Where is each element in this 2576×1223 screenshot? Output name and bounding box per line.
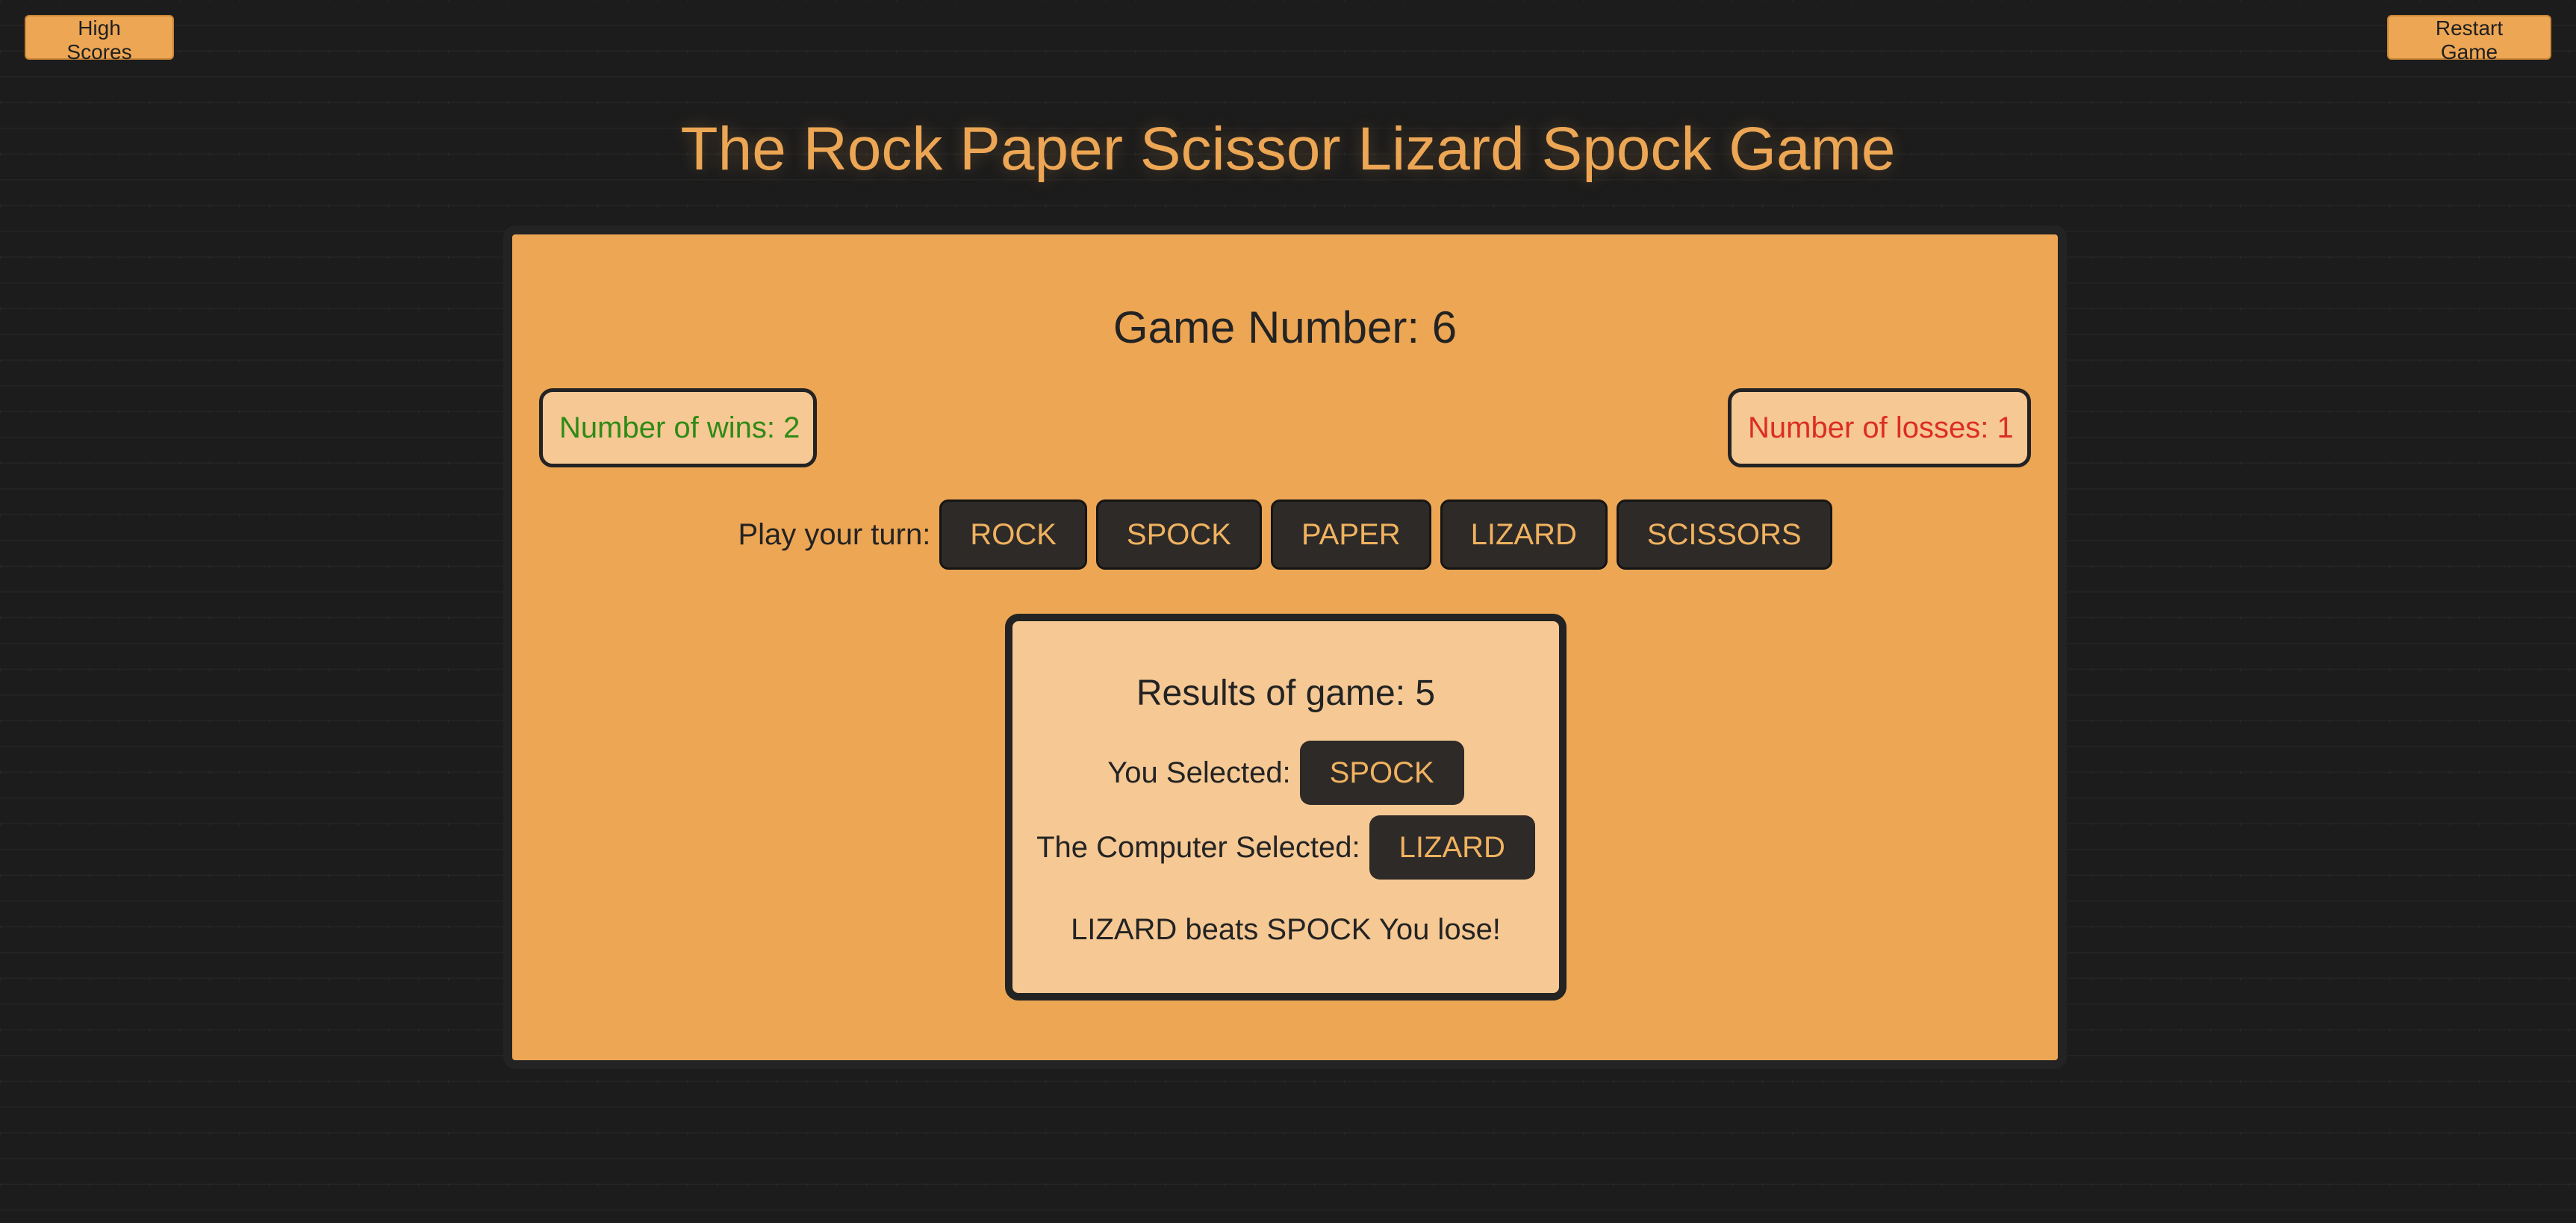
wins-counter: Number of wins: 2: [539, 388, 817, 467]
computer-selection-row: The Computer Selected: LIZARD: [1012, 815, 1559, 880]
player-selection-badge: SPOCK: [1299, 741, 1464, 805]
result-verdict: LIZARD beats SPOCK You lose!: [1071, 913, 1501, 946]
paper-button[interactable]: PAPER: [1270, 500, 1431, 570]
turn-row: Play your turn: ROCK SPOCK PAPER LIZARD …: [512, 499, 2058, 570]
player-selection-row: You Selected: SPOCK: [1012, 741, 1559, 805]
game-number: Game Number: 6: [1113, 302, 1457, 352]
page-title: The Rock Paper Scissor Lizard Spock Game: [680, 115, 1896, 183]
computer-selection-label: The Computer Selected:: [1036, 830, 1360, 864]
lizard-button[interactable]: LIZARD: [1440, 500, 1608, 570]
restart-game-button[interactable]: Restart Game: [2387, 15, 2551, 63]
scissors-button[interactable]: SCISSORS: [1616, 500, 1832, 570]
rock-button[interactable]: ROCK: [939, 500, 1087, 570]
results-panel: Results of game: 5 You Selected: SPOCK T…: [1005, 614, 1567, 1001]
results-title: Results of game: 5: [1136, 673, 1436, 713]
game-board: Game Number: 6 Number of wins: 2 Number …: [503, 225, 2067, 1069]
losses-counter: Number of losses: 1: [1728, 388, 2031, 467]
turn-label: Play your turn:: [738, 517, 931, 551]
spock-button[interactable]: SPOCK: [1095, 500, 1262, 570]
player-selection-label: You Selected:: [1107, 756, 1291, 789]
high-scores-button[interactable]: High Scores: [25, 15, 174, 63]
computer-selection-badge: LIZARD: [1369, 815, 1535, 880]
